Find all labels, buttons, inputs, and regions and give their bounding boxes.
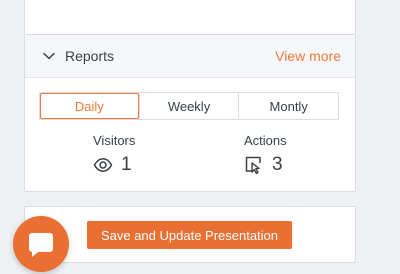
view-more-link[interactable]: View more (275, 48, 341, 64)
visitors-label: Visitors (93, 133, 136, 148)
visitors-value: 1 (121, 154, 132, 175)
reports-card: Reports View more Daily Weekly Montly Vi… (24, 34, 356, 192)
eye-icon (93, 158, 113, 172)
actions-value: 3 (272, 154, 283, 175)
tab-monthly[interactable]: Montly (238, 93, 338, 119)
visitors-stat: Visitors 1 (93, 133, 135, 176)
actions-stat: Actions 3 (244, 133, 287, 176)
reports-title: Reports (65, 48, 115, 64)
cursor-click-icon (245, 156, 261, 175)
chevron-down-icon[interactable] (39, 46, 59, 66)
chat-bubble-icon (29, 233, 53, 257)
period-tabs: Daily Weekly Montly (39, 92, 339, 120)
previous-card (24, 0, 356, 34)
actions-label: Actions (244, 133, 287, 148)
save-and-update-button[interactable]: Save and Update Presentation (87, 221, 292, 249)
save-card: Save and Update Presentation (24, 206, 356, 263)
reports-header[interactable]: Reports View more (25, 35, 355, 78)
chat-launcher-button[interactable] (13, 216, 69, 272)
tab-weekly[interactable]: Weekly (138, 93, 239, 119)
tab-daily[interactable]: Daily (40, 93, 139, 119)
